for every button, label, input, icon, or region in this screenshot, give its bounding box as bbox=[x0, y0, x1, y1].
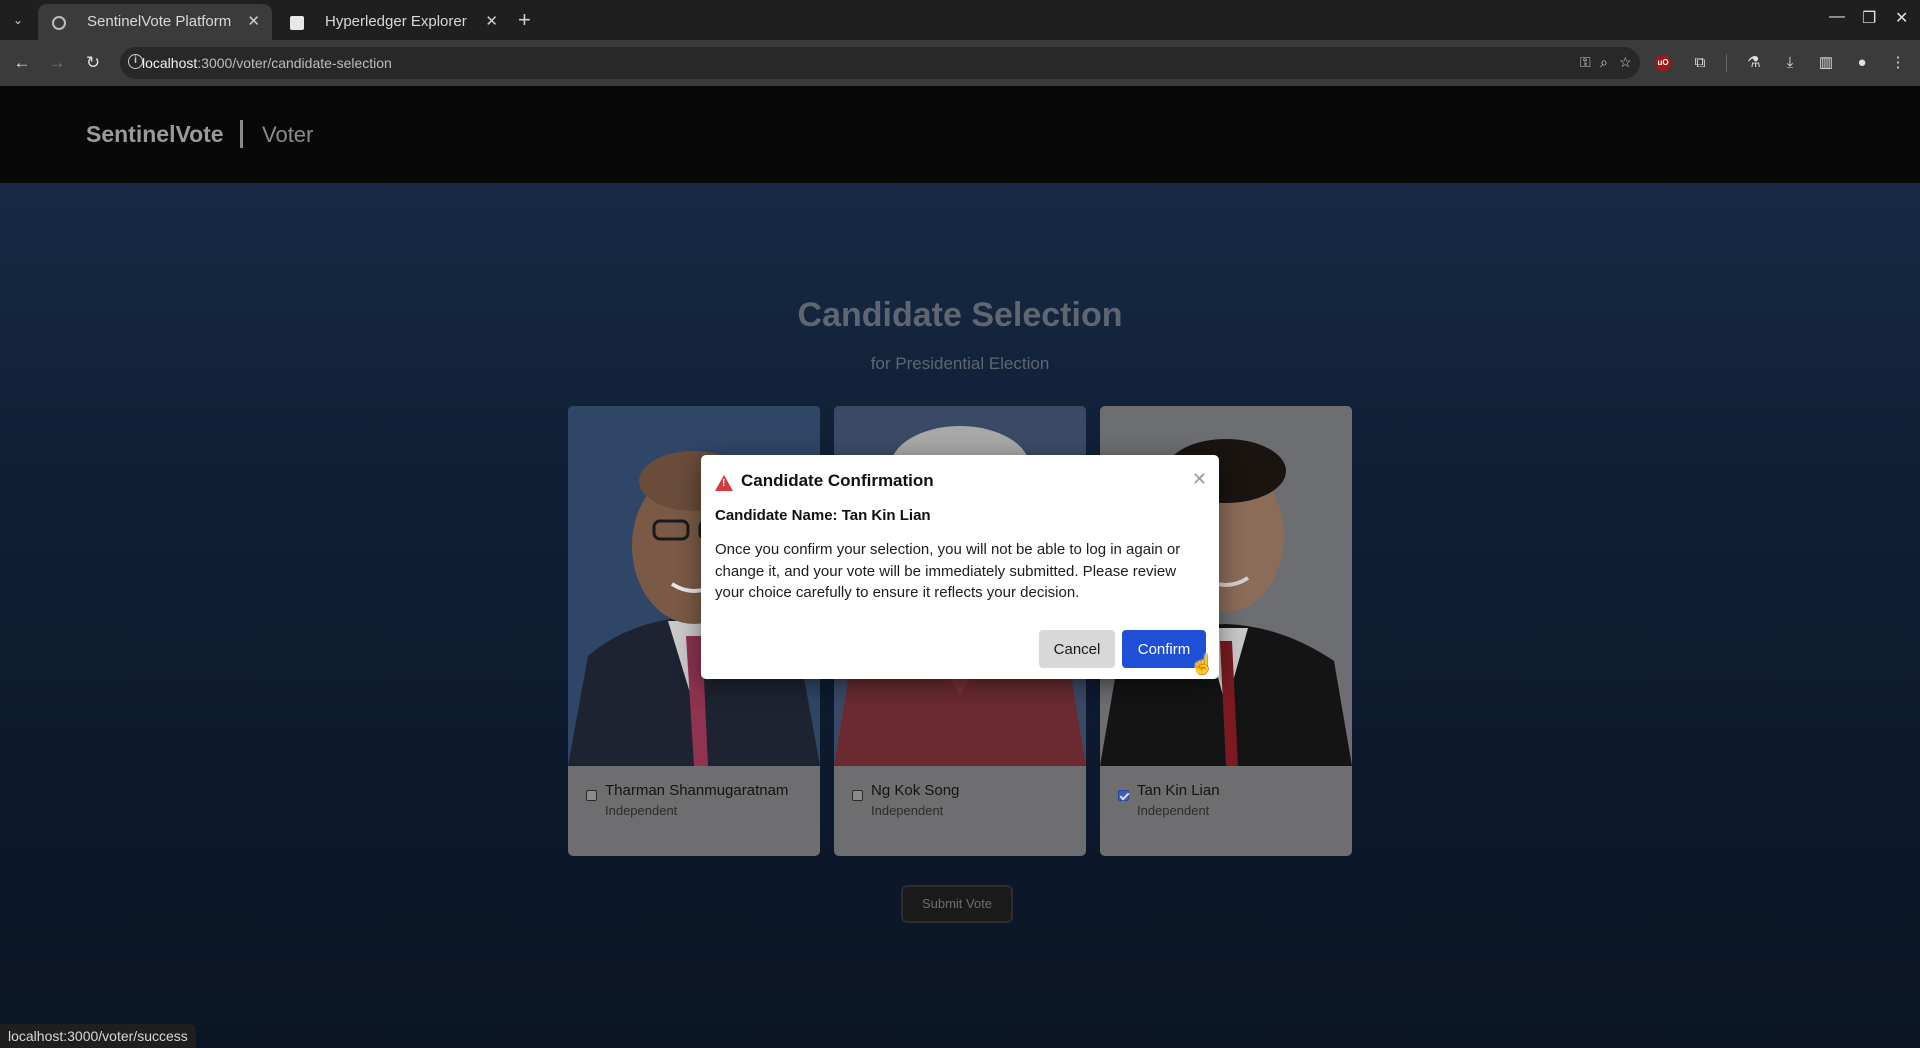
candidate-party: Independent bbox=[1137, 803, 1210, 818]
dialog-title: Candidate Confirmation bbox=[741, 471, 934, 490]
candidate-name: Tharman Shanmugaratnam bbox=[605, 782, 789, 799]
dialog-candidate-name: Candidate Name: Tan Kin Lian bbox=[715, 507, 931, 524]
cancel-button[interactable]: Cancel bbox=[1039, 630, 1115, 668]
address-bar[interactable]: i localhost:3000/voter/candidate-selecti… bbox=[120, 47, 1640, 79]
role-label: Voter bbox=[262, 122, 314, 147]
close-icon[interactable]: ✕ bbox=[1192, 469, 1207, 490]
ublock-extension-icon[interactable]: uO bbox=[1655, 55, 1671, 71]
url-text: localhost:3000/voter/candidate-selection bbox=[142, 55, 392, 71]
back-arrow-icon[interactable]: ← bbox=[10, 51, 34, 75]
tab-hyperledger[interactable]: Hyperledger Explorer ✕ bbox=[276, 4, 510, 40]
submit-vote-button[interactable]: Submit Vote bbox=[901, 885, 1013, 923]
dialog-message: Once you confirm your selection, you wil… bbox=[715, 541, 1181, 601]
browser-tab-bar: ⌄ SentinelVote Platform ✕ Hyperledger Ex… bbox=[0, 0, 1920, 40]
new-tab-plus-icon[interactable]: + bbox=[518, 8, 531, 32]
forward-arrow-icon[interactable]: → bbox=[45, 51, 69, 75]
mouse-pointer-icon: ☝ bbox=[1190, 654, 1215, 676]
profile-avatar-icon[interactable]: ● bbox=[1850, 51, 1874, 75]
site-info-icon[interactable]: i bbox=[128, 54, 143, 69]
more-menu-icon[interactable]: ⋮ bbox=[1886, 51, 1910, 75]
bookmark-star-icon[interactable]: ☆ bbox=[1619, 54, 1632, 71]
candidate-name: Ng Kok Song bbox=[871, 782, 960, 799]
zoom-icon[interactable]: ⌕ bbox=[1600, 54, 1608, 71]
maximize-icon[interactable]: ❐ bbox=[1862, 8, 1876, 28]
confirmation-dialog: ! Candidate Confirmation ✕ Candidate Nam… bbox=[701, 455, 1219, 679]
extensions-puzzle-icon[interactable]: ⧉ bbox=[1688, 51, 1712, 75]
minimize-icon[interactable]: — bbox=[1829, 8, 1845, 26]
candidate-party: Independent bbox=[605, 803, 678, 818]
candidate-checkbox[interactable] bbox=[852, 790, 863, 801]
globe-icon bbox=[52, 16, 66, 30]
tab-title: Hyperledger Explorer bbox=[325, 13, 467, 30]
candidate-name: Tan Kin Lian bbox=[1137, 782, 1220, 799]
reload-icon[interactable]: ↻ bbox=[81, 51, 105, 75]
brand-logo-text[interactable]: SentinelVote bbox=[86, 121, 224, 148]
candidate-checkbox[interactable] bbox=[1118, 790, 1129, 801]
close-icon[interactable]: ✕ bbox=[247, 4, 260, 40]
tab-sentinelvote[interactable]: SentinelVote Platform ✕ bbox=[38, 4, 272, 40]
candidate-checkbox[interactable] bbox=[586, 790, 597, 801]
labs-flask-icon[interactable]: ⚗ bbox=[1742, 51, 1766, 75]
tab-title: SentinelVote Platform bbox=[87, 13, 232, 30]
side-panel-icon[interactable]: ▥ bbox=[1814, 51, 1838, 75]
site-header: SentinelVote Voter bbox=[0, 86, 1920, 183]
page-title: Candidate Selection bbox=[797, 296, 1123, 334]
window-close-icon[interactable]: ✕ bbox=[1895, 8, 1908, 28]
key-icon[interactable]: ⚿ bbox=[1580, 54, 1591, 71]
tab-search-chevron-icon[interactable]: ⌄ bbox=[6, 9, 30, 31]
hyperledger-favicon-icon bbox=[290, 16, 304, 30]
browser-toolbar: ← → ↻ i localhost:3000/voter/candidate-s… bbox=[0, 40, 1920, 86]
page-subtitle: for Presidential Election bbox=[870, 354, 1050, 373]
download-icon[interactable]: ⤓ bbox=[1778, 51, 1802, 75]
close-icon[interactable]: ✕ bbox=[485, 4, 498, 40]
warning-triangle-icon: ! bbox=[715, 475, 733, 491]
brand-divider bbox=[240, 120, 243, 148]
toolbar-separator bbox=[1726, 54, 1727, 72]
status-bar-url: localhost:3000/voter/success bbox=[0, 1024, 196, 1048]
candidate-party: Independent bbox=[871, 803, 944, 818]
